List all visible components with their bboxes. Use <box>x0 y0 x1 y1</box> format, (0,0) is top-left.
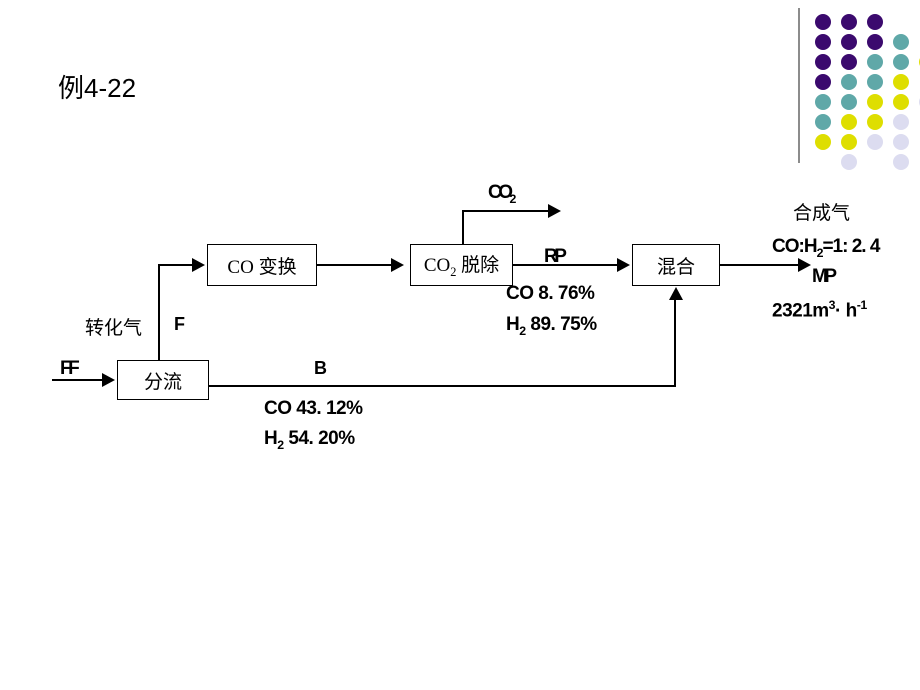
co2-vent-label: CO2 <box>488 182 517 206</box>
unit-co2-removal-label: CO2 脱除 <box>424 250 499 280</box>
slide-canvas: 例4-22 CO2 CO 变换 CO2 脱除 混合 分流 FF 转化气 F RP <box>0 0 920 690</box>
stream-b-label: B <box>314 358 327 378</box>
product-ratio-label: CO:H2=1: 2. 4 <box>772 236 880 260</box>
ornament-dot <box>867 134 883 150</box>
ornament-dot <box>815 14 831 30</box>
unit-co-shift-box[interactable]: CO 变换 <box>207 244 317 286</box>
ornament-dot <box>841 14 857 30</box>
ornament-dot <box>893 54 909 70</box>
ornament-dot <box>815 94 831 110</box>
feed-inlet-arrowhead <box>102 373 115 387</box>
ornament-dot <box>841 134 857 150</box>
stream-b-horizontal-line <box>209 385 676 387</box>
ornament-dot <box>867 114 883 130</box>
stream-mp-label: MP <box>812 266 837 287</box>
ornament-dot <box>841 94 857 110</box>
unit-splitter-label: 分流 <box>143 371 182 393</box>
ornament-dot <box>815 134 831 150</box>
stream-f-riser-line <box>158 266 160 360</box>
stream-b-riser-line <box>674 300 676 385</box>
stream-b-arrowhead <box>669 287 683 300</box>
shift-to-removal-arrowhead <box>391 258 404 272</box>
removal-to-mixer-arrowhead <box>617 258 630 272</box>
co2-vent-arrowhead <box>548 204 561 218</box>
ornament-vertical-rule <box>798 8 800 163</box>
ornament-dot <box>841 114 857 130</box>
ornament-dot <box>893 134 909 150</box>
unit-co2-removal-text: CO2 脱除 <box>423 255 500 279</box>
ornament-dot <box>815 74 831 90</box>
removal-to-mixer-line <box>513 264 619 266</box>
b-composition-h2: H2 54. 20% <box>264 428 355 452</box>
ornament-dot <box>867 94 883 110</box>
ornament-dot <box>815 34 831 50</box>
ornament-dot <box>893 94 909 110</box>
ornament-dot <box>815 54 831 70</box>
unit-co2-removal-box[interactable]: CO2 脱除 <box>410 244 513 286</box>
ornament-dot <box>841 54 857 70</box>
stream-f-arrowhead <box>192 258 205 272</box>
unit-splitter-box[interactable]: 分流 <box>117 360 209 400</box>
rp-composition-h2: H2 89. 75% <box>506 314 597 338</box>
ornament-dot <box>893 74 909 90</box>
ornament-dot <box>815 114 831 130</box>
product-flow-label: 2321m3· h-1 <box>772 298 867 322</box>
converted-gas-label: 转化气 <box>85 318 143 339</box>
shift-to-removal-line <box>317 264 393 266</box>
unit-mixer-box[interactable]: 混合 <box>632 244 720 286</box>
ornament-dot <box>841 154 857 170</box>
b-composition-co: CO 43. 12% <box>264 398 363 419</box>
dot-grid-ornament <box>798 8 920 170</box>
stream-f-label: F <box>174 314 185 334</box>
ornament-dot <box>867 14 883 30</box>
mixer-outlet-arrowhead <box>798 258 811 272</box>
ornament-dot <box>841 74 857 90</box>
feed-stream-label: FF <box>60 358 80 379</box>
product-name-label: 合成气 <box>793 203 851 224</box>
mixer-outlet-line <box>720 264 800 266</box>
ornament-dot <box>867 54 883 70</box>
unit-co-shift-label: CO 变换 <box>227 256 297 278</box>
co2-vent-horizontal-line <box>462 210 550 212</box>
rp-composition-co: CO 8. 76% <box>506 283 595 304</box>
ornament-dot <box>893 34 909 50</box>
ornament-dot <box>867 34 883 50</box>
page-title: 例4-22 <box>58 73 137 103</box>
co2-vent-riser-line <box>462 210 464 248</box>
unit-mixer-label: 混合 <box>656 256 695 278</box>
feed-inlet-line <box>52 379 104 381</box>
ornament-dot <box>841 34 857 50</box>
ornament-dot <box>893 114 909 130</box>
ornament-dot <box>867 74 883 90</box>
stream-f-horizontal-line <box>158 264 194 266</box>
ornament-dot <box>893 154 909 170</box>
